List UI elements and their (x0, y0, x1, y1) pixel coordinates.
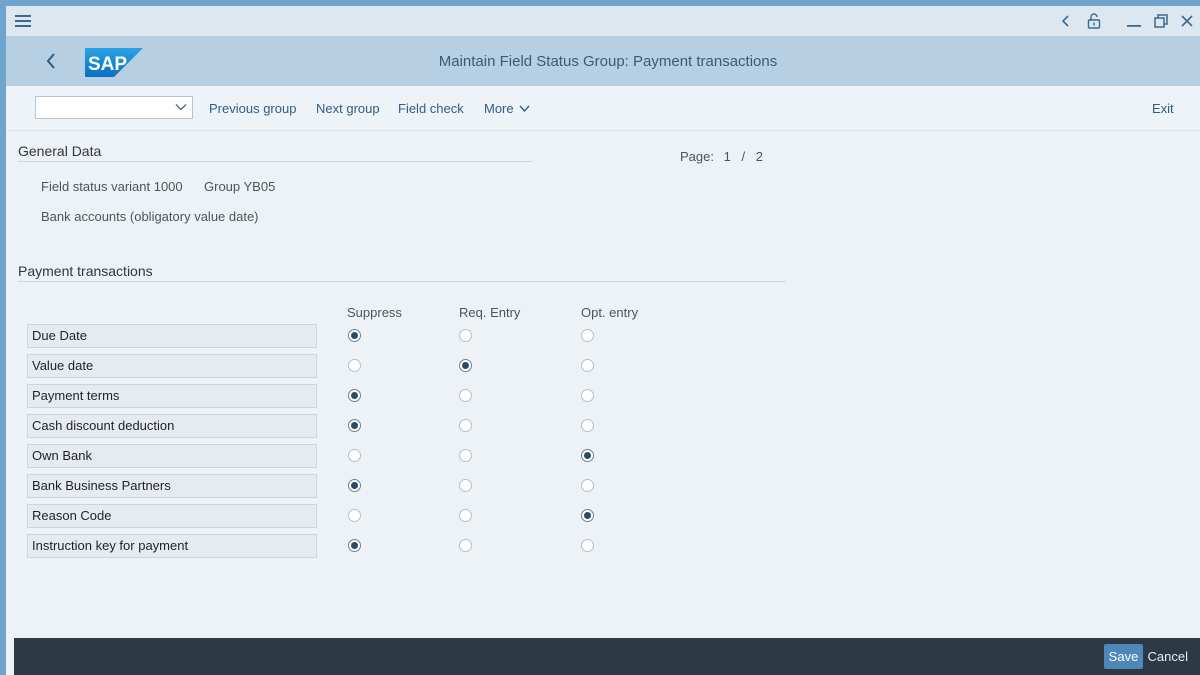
more-menu-button[interactable]: More (484, 101, 530, 116)
radio-suppress[interactable] (348, 509, 361, 522)
radio-opt-entry[interactable] (581, 479, 594, 492)
radio-suppress[interactable] (348, 539, 361, 552)
general-data-divider (18, 161, 532, 162)
previous-group-button[interactable]: Previous group (209, 101, 296, 116)
radio-req-entry[interactable] (459, 449, 472, 462)
radio-suppress[interactable] (348, 479, 361, 492)
exit-button[interactable]: Exit (1152, 101, 1174, 116)
radio-suppress[interactable] (348, 419, 361, 432)
unlock-icon[interactable] (1079, 6, 1109, 36)
save-button[interactable]: Save (1104, 644, 1143, 669)
field-check-button[interactable]: Field check (398, 101, 464, 116)
close-icon[interactable] (1172, 6, 1200, 36)
radio-opt-entry[interactable] (581, 389, 594, 402)
field-label: Cash discount deduction (27, 414, 317, 438)
radio-req-entry[interactable] (459, 479, 472, 492)
chevron-down-icon (519, 105, 530, 113)
page-total: 2 (755, 149, 763, 164)
general-data-title: General Data (18, 143, 102, 159)
more-label: More (484, 101, 514, 116)
page-indicator: Page: 1 / 2 (680, 149, 763, 164)
field-label: Bank Business Partners (27, 474, 317, 498)
group-select-dropdown[interactable] (35, 96, 193, 119)
field-label: Own Bank (27, 444, 317, 468)
radio-req-entry[interactable] (459, 539, 472, 552)
field-label: Payment terms (27, 384, 317, 408)
radio-suppress[interactable] (348, 359, 361, 372)
payment-transactions-divider (18, 281, 786, 282)
radio-suppress[interactable] (348, 449, 361, 462)
radio-opt-entry[interactable] (581, 509, 594, 522)
page-title: Maintain Field Status Group: Payment tra… (438, 53, 778, 70)
radio-opt-entry[interactable] (581, 539, 594, 552)
page-separator: / (741, 149, 746, 164)
radio-req-entry[interactable] (459, 419, 472, 432)
chevron-down-icon (175, 104, 187, 111)
column-opt-entry: Opt. entry (581, 305, 639, 320)
radio-opt-entry[interactable] (581, 419, 594, 432)
radio-suppress[interactable] (348, 329, 361, 342)
payment-transactions-title: Payment transactions (18, 263, 153, 279)
field-label: Reason Code (27, 504, 317, 528)
radio-req-entry[interactable] (459, 509, 472, 522)
group-description: Bank accounts (obligatory value date) (41, 209, 259, 224)
column-suppress: Suppress (347, 305, 402, 320)
app-window: SAP Maintain Field Status Group: Payment… (6, 6, 1200, 675)
next-group-button[interactable]: Next group (316, 101, 380, 116)
field-label: Instruction key for payment (27, 534, 317, 558)
minimize-icon[interactable] (1119, 6, 1149, 36)
page-current: 1 (723, 149, 731, 164)
radio-opt-entry[interactable] (581, 359, 594, 372)
radio-req-entry[interactable] (459, 359, 472, 372)
window-top-bar (6, 6, 1200, 36)
footer-bar: Save Cancel (14, 638, 1200, 675)
radio-opt-entry[interactable] (581, 329, 594, 342)
radio-req-entry[interactable] (459, 389, 472, 402)
shell-header: SAP Maintain Field Status Group: Payment… (6, 36, 1200, 86)
field-label: Due Date (27, 324, 317, 348)
chevron-left-icon[interactable] (1051, 6, 1081, 36)
field-status-variant: Field status variant 1000 (41, 179, 183, 194)
radio-opt-entry[interactable] (581, 449, 594, 462)
column-req-entry: Req. Entry (459, 305, 521, 320)
toolbar: Previous group Next group Field check Mo… (6, 86, 1200, 131)
cancel-button[interactable]: Cancel (1142, 644, 1194, 669)
menu-icon[interactable] (8, 6, 38, 36)
radio-req-entry[interactable] (459, 329, 472, 342)
field-label: Value date (27, 354, 317, 378)
page-label: Page: (680, 149, 714, 164)
group-id: Group YB05 (204, 179, 276, 194)
radio-suppress[interactable] (348, 389, 361, 402)
